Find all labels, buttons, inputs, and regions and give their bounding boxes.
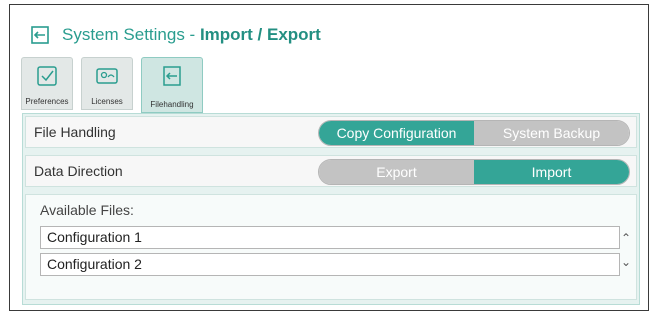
- tab-preferences-label: Preferences: [25, 97, 69, 106]
- data-direction-toggle: Export Import: [318, 159, 630, 185]
- tab-filehandling-label: Filehandling: [150, 100, 194, 109]
- export-button[interactable]: Export: [319, 160, 474, 184]
- available-files-label: Available Files:: [40, 202, 134, 218]
- import-button[interactable]: Import: [474, 160, 629, 184]
- tab-licenses-label: Licenses: [91, 97, 123, 106]
- tab-licenses[interactable]: Licenses: [81, 57, 133, 110]
- tab-preferences[interactable]: Preferences: [21, 57, 73, 110]
- scroll-down-icon[interactable]: ⌄: [619, 255, 633, 269]
- system-settings-window: System Settings - Import / Export Prefer…: [9, 4, 649, 311]
- checkbox-icon: [37, 66, 57, 86]
- import-icon: [31, 26, 49, 44]
- license-icon: [96, 68, 118, 84]
- settings-tabs: Preferences Licenses Filehandling: [21, 57, 203, 113]
- list-item[interactable]: Configuration 2: [40, 253, 620, 276]
- scroll-up-icon[interactable]: ⌃: [619, 231, 633, 245]
- page-title: System Settings - Import / Export: [62, 25, 321, 45]
- data-direction-label: Data Direction: [34, 163, 123, 179]
- title-bar: System Settings - Import / Export: [30, 25, 321, 45]
- import-icon: [163, 66, 181, 86]
- copy-configuration-button[interactable]: Copy Configuration: [319, 121, 474, 145]
- available-files-section: Available Files: Configuration 1 Configu…: [25, 194, 637, 300]
- file-handling-label: File Handling: [34, 124, 116, 140]
- list-item[interactable]: Configuration 1: [40, 226, 620, 249]
- file-handling-row: File Handling Copy Configuration System …: [25, 116, 637, 148]
- title-prefix: System Settings -: [62, 25, 200, 44]
- tab-filehandling[interactable]: Filehandling: [141, 57, 203, 113]
- data-direction-row: Data Direction Export Import: [25, 155, 637, 187]
- file-handling-toggle: Copy Configuration System Backup: [318, 120, 630, 146]
- import-export-panel: File Handling Copy Configuration System …: [22, 113, 640, 305]
- system-backup-button[interactable]: System Backup: [474, 121, 629, 145]
- title-bold: Import / Export: [199, 25, 321, 44]
